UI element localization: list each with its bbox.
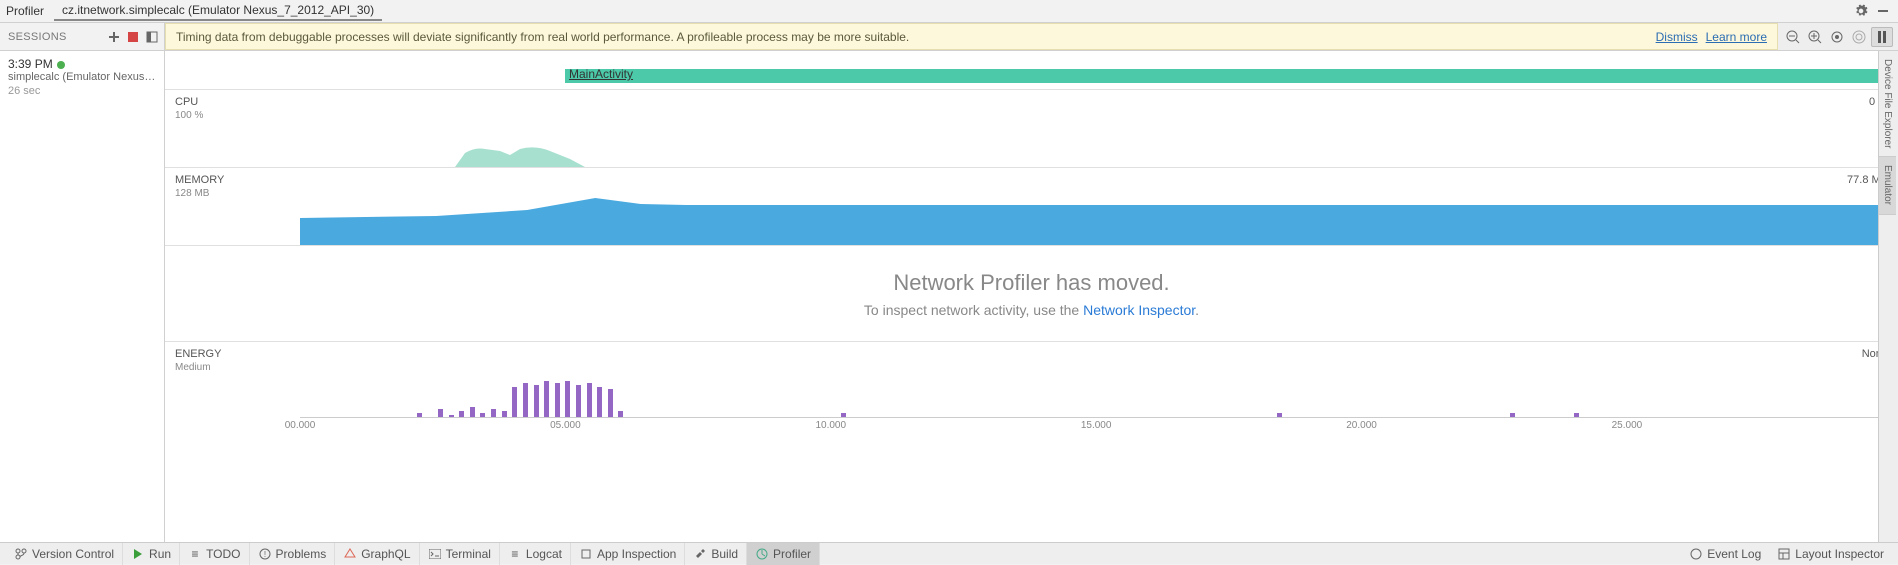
learn-more-link[interactable]: Learn more [1706, 30, 1767, 44]
banner-message: Timing data from debuggable processes wi… [176, 30, 1648, 44]
energy-bars [300, 375, 1890, 417]
hammer-icon [693, 547, 707, 561]
energy-bar [576, 385, 581, 417]
bottom-toolbar: Version Control Run ≡TODO !Problems Grap… [0, 542, 1898, 564]
warning-icon: ! [258, 547, 272, 561]
terminal-icon [428, 547, 442, 561]
collapse-icon[interactable] [144, 29, 160, 45]
build-button[interactable]: Build [685, 543, 747, 565]
memory-chart[interactable]: MEMORY 128 MB 77.8 MB [165, 167, 1898, 245]
graphql-icon [343, 547, 357, 561]
add-session-icon[interactable] [106, 29, 122, 45]
stop-session-icon[interactable] [125, 29, 141, 45]
energy-bar [597, 387, 602, 417]
activity-label: MainActivity [565, 67, 637, 81]
layout-icon [1777, 547, 1791, 561]
version-control-button[interactable]: Version Control [6, 543, 123, 565]
todo-button[interactable]: ≡TODO [180, 543, 249, 565]
gear-icon[interactable] [1852, 2, 1870, 20]
axis-tick: 10.000 [815, 420, 846, 431]
svg-text:!: ! [263, 550, 265, 559]
energy-bar [555, 383, 560, 417]
app-inspection-button[interactable]: App Inspection [571, 543, 685, 565]
profiler-controls [1778, 23, 1898, 50]
cpu-chart[interactable]: CPU 100 % 0 % [165, 89, 1898, 167]
energy-chart[interactable]: ENERGY Medium None 00.00005.00010.00015.… [165, 341, 1898, 433]
session-live-dot-icon [57, 61, 65, 69]
axis-tick: 05.000 [550, 420, 581, 431]
energy-bar [491, 409, 496, 417]
network-inspector-link[interactable]: Network Inspector [1083, 302, 1195, 318]
cpu-scale: 100 % [175, 110, 203, 121]
energy-bar [534, 385, 539, 417]
energy-bar [608, 389, 613, 417]
logcat-icon: ≡ [508, 547, 522, 561]
axis-tick: 15.000 [1081, 420, 1112, 431]
session-item[interactable]: 3:39 PM simplecalc (Emulator Nexus_7_20.… [8, 57, 156, 97]
session-subtitle: simplecalc (Emulator Nexus_7_20... [8, 71, 156, 83]
emulator-tab[interactable]: Emulator [1879, 157, 1896, 214]
time-axis: 00.00005.00010.00015.00020.00025.000 [300, 417, 1890, 433]
network-text-suffix: . [1195, 302, 1199, 318]
energy-bar [587, 383, 592, 417]
memory-scale: 128 MB [175, 188, 209, 199]
energy-label: ENERGY [175, 348, 221, 360]
todo-icon: ≡ [188, 547, 202, 561]
energy-bar [565, 381, 570, 417]
memory-area [300, 190, 1890, 245]
zoom-out-icon[interactable] [1783, 27, 1803, 47]
activity-timeline[interactable]: MainActivity [165, 65, 1898, 89]
activity-bar [565, 69, 1890, 83]
process-tab[interactable]: cz.itnetwork.simplecalc (Emulator Nexus_… [54, 1, 382, 21]
terminal-button[interactable]: Terminal [420, 543, 500, 565]
profiler-charts: MainActivity CPU 100 % 0 % MEMORY 128 MB… [165, 51, 1898, 542]
branch-icon [14, 547, 28, 561]
dismiss-link[interactable]: Dismiss [1656, 30, 1698, 44]
cpu-label: CPU [175, 96, 198, 108]
event-log-button[interactable]: Event Log [1681, 543, 1769, 565]
pause-button[interactable] [1871, 27, 1893, 47]
play-icon [131, 547, 145, 561]
profiler-button[interactable]: Profiler [747, 543, 820, 565]
axis-tick: 00.000 [285, 420, 316, 431]
zoom-in-icon[interactable] [1805, 27, 1825, 47]
layout-inspector-button[interactable]: Layout Inspector [1769, 543, 1892, 565]
inspection-icon [579, 547, 593, 561]
memory-label: MEMORY [175, 174, 224, 186]
sessions-header: SESSIONS [0, 23, 165, 50]
title-bar: Profiler cz.itnetwork.simplecalc (Emulat… [0, 0, 1898, 23]
device-file-explorer-tab[interactable]: Device File Explorer [1879, 51, 1896, 157]
energy-bar [438, 409, 443, 417]
energy-bar [512, 387, 517, 417]
energy-bar [523, 383, 528, 417]
session-time: 3:39 PM [8, 57, 53, 71]
axis-tick: 25.000 [1612, 420, 1643, 431]
energy-scale: Medium [175, 362, 211, 373]
problems-button[interactable]: !Problems [250, 543, 336, 565]
network-section: Network Profiler has moved. To inspect n… [165, 245, 1898, 341]
side-tabs: Device File Explorer Emulator [1878, 51, 1898, 542]
zoom-selection-icon[interactable] [1849, 27, 1869, 47]
axis-tick: 20.000 [1346, 420, 1377, 431]
energy-bar [544, 381, 549, 417]
warning-banner: Timing data from debuggable processes wi… [165, 23, 1778, 50]
zoom-reset-icon[interactable] [1827, 27, 1847, 47]
logcat-button[interactable]: ≡Logcat [500, 543, 571, 565]
sessions-pane: 3:39 PM simplecalc (Emulator Nexus_7_20.… [0, 51, 165, 542]
profiler-title: Profiler [6, 4, 44, 18]
network-headline: Network Profiler has moved. [893, 270, 1169, 296]
session-duration: 26 sec [8, 85, 156, 97]
minimize-icon[interactable] [1874, 2, 1892, 20]
cpu-area [455, 145, 585, 167]
energy-bar [470, 407, 475, 417]
sessions-label: SESSIONS [8, 31, 103, 43]
graphql-button[interactable]: GraphQL [335, 543, 419, 565]
profiler-icon [755, 547, 769, 561]
run-button[interactable]: Run [123, 543, 180, 565]
network-text-prefix: To inspect network activity, use the [864, 302, 1079, 318]
event-log-icon [1689, 547, 1703, 561]
